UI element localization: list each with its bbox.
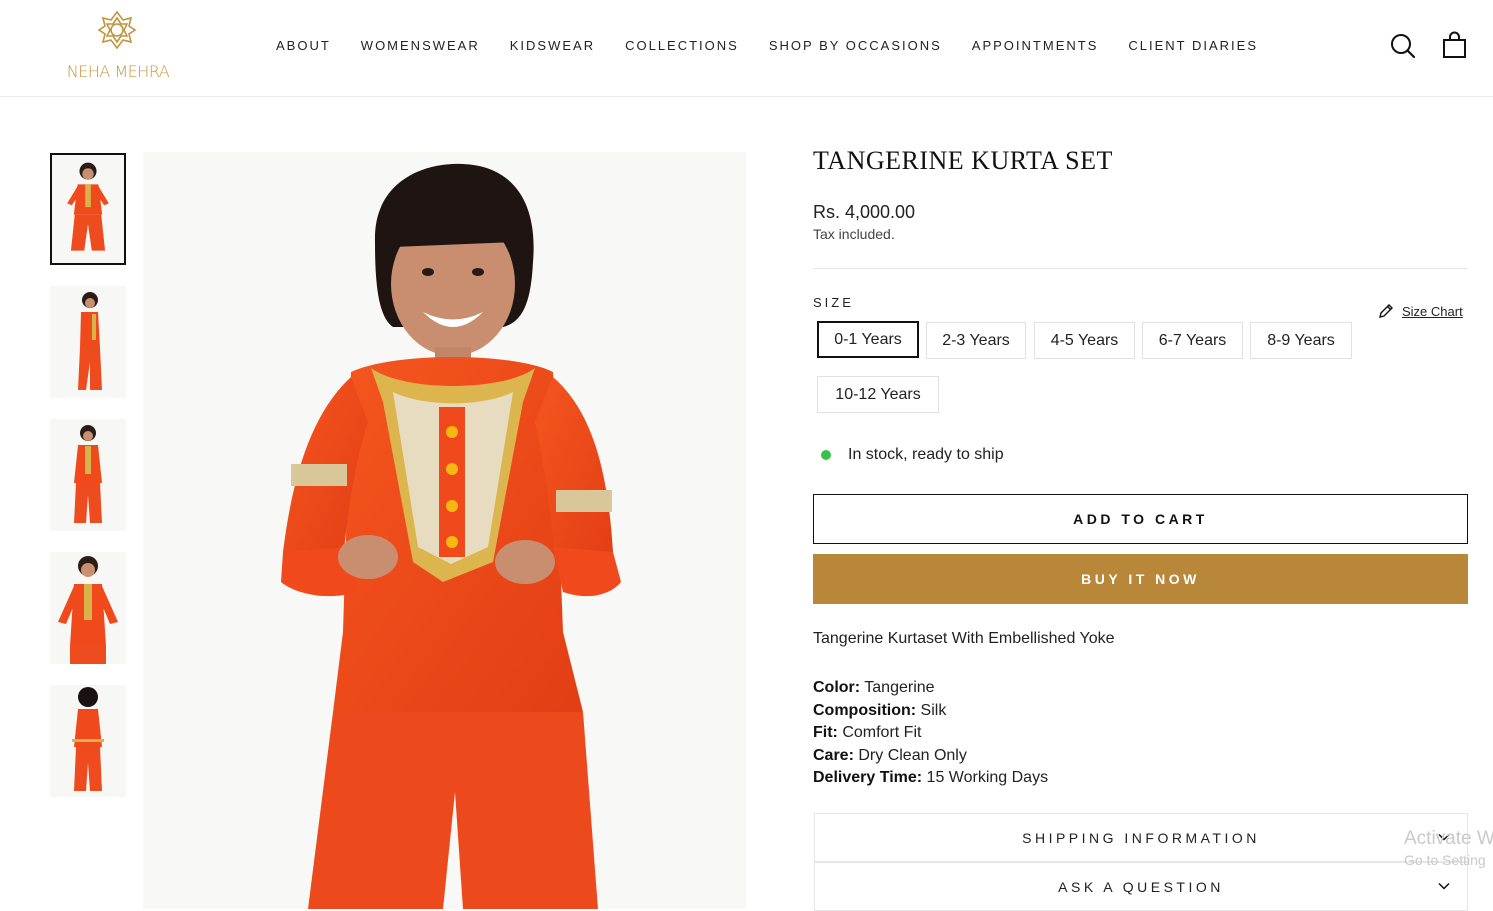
tax-note: Tax included. bbox=[813, 226, 895, 242]
size-option-10-12-years[interactable]: 10-12 Years bbox=[817, 376, 939, 413]
size-option-4-5-years[interactable]: 4-5 Years bbox=[1034, 322, 1135, 359]
product-price: Rs. 4,000.00 bbox=[813, 202, 916, 222]
chevron-down-icon bbox=[1438, 882, 1450, 890]
product-thumbnail-image bbox=[50, 552, 126, 664]
brand-name: NEHA MEHRA bbox=[66, 62, 170, 81]
search-icon bbox=[1391, 34, 1416, 59]
nav-kidswear[interactable]: KIDSWEAR bbox=[510, 38, 595, 53]
spec-fit: Fit: Comfort Fit bbox=[813, 724, 922, 741]
add-to-cart-button[interactable]: ADD TO CART bbox=[813, 494, 1468, 544]
stock-status: In stock, ready to ship bbox=[821, 446, 1004, 464]
size-chart-link[interactable]: Size Chart bbox=[1378, 303, 1463, 319]
shipping-information-accordion[interactable]: SHIPPING INFORMATION bbox=[814, 813, 1468, 862]
spec-delivery-time: Delivery Time: 15 Working Days bbox=[813, 769, 1049, 786]
thumbnail-2[interactable] bbox=[50, 286, 126, 398]
product-thumbnail-image bbox=[50, 685, 126, 797]
accordion-title: SHIPPING INFORMATION bbox=[1022, 829, 1260, 846]
in-stock-dot-icon bbox=[821, 450, 831, 460]
windows-activation-watermark: Activate W Go to Setting bbox=[1404, 828, 1493, 868]
cart-button[interactable] bbox=[1439, 30, 1471, 62]
nav-shop-by-occasions[interactable]: SHOP BY OCCASIONS bbox=[769, 38, 942, 53]
pencil-icon bbox=[1379, 304, 1393, 318]
product-thumbnail-image bbox=[50, 286, 126, 398]
product-specs: Color: Tangerine Composition: Silk Fit: … bbox=[813, 677, 1048, 790]
size-option-2-3-years[interactable]: 2-3 Years bbox=[926, 322, 1026, 359]
size-chart-label: Size Chart bbox=[1402, 303, 1463, 319]
spec-color: Color: Tangerine bbox=[813, 679, 935, 696]
main-product-image[interactable] bbox=[143, 152, 746, 909]
thumbnail-4[interactable] bbox=[50, 552, 126, 664]
thumbnail-5[interactable] bbox=[50, 685, 126, 797]
search-button[interactable] bbox=[1387, 30, 1419, 62]
product-photo bbox=[143, 152, 746, 909]
divider bbox=[813, 268, 1468, 269]
size-option-0-1-years[interactable]: 0-1 Years bbox=[817, 321, 919, 358]
product-title: TANGERINE KURTA SET bbox=[813, 146, 1113, 175]
brand-logo[interactable]: NEHA MEHRA bbox=[56, 10, 180, 86]
nav-client-diaries[interactable]: CLIENT DIARIES bbox=[1128, 38, 1258, 53]
accordion-title: ASK A QUESTION bbox=[1058, 878, 1224, 895]
product-thumbnail-image bbox=[50, 419, 126, 531]
product-description: Tangerine Kurtaset With Embellished Yoke bbox=[813, 630, 1115, 647]
spec-care: Care: Dry Clean Only bbox=[813, 746, 967, 764]
ask-a-question-accordion[interactable]: ASK A QUESTION bbox=[814, 862, 1468, 911]
product-thumbnail-image bbox=[52, 155, 124, 263]
main-nav: ABOUT WOMENSWEAR KIDSWEAR COLLECTIONS SH… bbox=[276, 38, 1288, 53]
nav-collections[interactable]: COLLECTIONS bbox=[625, 38, 739, 53]
bag-icon bbox=[1443, 31, 1466, 58]
nav-appointments[interactable]: APPOINTMENTS bbox=[972, 38, 1099, 53]
spec-composition: Composition: Silk bbox=[813, 701, 947, 719]
stock-text: In stock, ready to ship bbox=[848, 446, 1004, 463]
thumbnail-3[interactable] bbox=[50, 419, 126, 531]
buy-it-now-button[interactable]: BUY IT NOW bbox=[813, 554, 1468, 604]
thumbnail-1[interactable] bbox=[50, 153, 126, 265]
size-label: SIZE bbox=[813, 295, 854, 310]
nav-womenswear[interactable]: WOMENSWEAR bbox=[361, 38, 480, 53]
lotus-logo-icon bbox=[97, 10, 137, 50]
size-option-6-7-years[interactable]: 6-7 Years bbox=[1142, 322, 1243, 359]
nav-about[interactable]: ABOUT bbox=[276, 38, 331, 53]
site-header: NEHA MEHRA ABOUT WOMENSWEAR KIDSWEAR COL… bbox=[0, 0, 1493, 97]
size-option-8-9-years[interactable]: 8-9 Years bbox=[1250, 322, 1352, 359]
